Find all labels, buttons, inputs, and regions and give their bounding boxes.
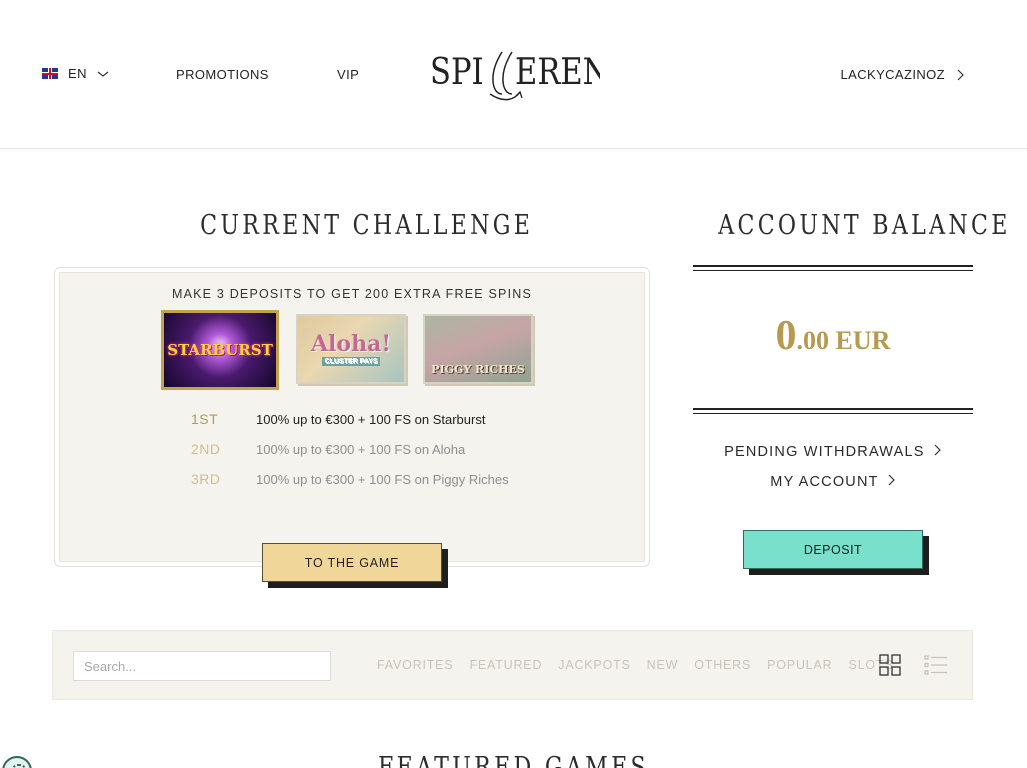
- game-thumb-starburst[interactable]: STARBURST: [161, 310, 279, 390]
- user-menu[interactable]: LACKYCAZINOZ: [841, 67, 965, 82]
- challenge-step: 3RD 100% up to €300 + 100 FS on Piggy Ri…: [191, 471, 509, 501]
- chevron-right-icon: [888, 474, 895, 486]
- step-text: 100% up to €300 + 100 FS on Starburst: [256, 412, 486, 427]
- chat-support-icon[interactable]: [2, 756, 32, 768]
- step-rank: 3RD: [191, 471, 221, 487]
- challenge-headline: MAKE 3 DEPOSITS TO GET 200 EXTRA FREE SP…: [171, 287, 533, 301]
- pending-withdrawals-link[interactable]: PENDING WITHDRAWALS: [693, 444, 973, 460]
- aloha-subtitle: CLUSTER PAYS: [321, 356, 381, 366]
- username: LACKYCAZINOZ: [840, 67, 945, 82]
- balance-integer: 0: [775, 313, 797, 359]
- search-input[interactable]: [73, 651, 331, 681]
- challenge-games: STARBURST Aloha! CLUSTER PAYS PIGGY RICH…: [161, 310, 533, 390]
- filter-popular[interactable]: POPULAR: [767, 658, 832, 672]
- filter-others[interactable]: OTHERS: [694, 658, 751, 672]
- grid-view-icon[interactable]: [879, 654, 901, 676]
- challenge-step: 2ND 100% up to €300 + 100 FS on Aloha: [191, 441, 509, 471]
- divider: [693, 265, 973, 271]
- uk-flag-icon: [42, 68, 58, 79]
- starburst-artwork: STARBURST: [164, 313, 276, 387]
- balance-amount: 0.00 EUR: [693, 312, 973, 360]
- step-rank: 2ND: [191, 441, 221, 457]
- list-view-icon[interactable]: [924, 654, 948, 676]
- current-challenge-title: CURRENT CHALLENGE: [200, 210, 534, 241]
- site-header: EN PROMOTIONS VIP SPI EREN LACKYCAZINOZ: [0, 0, 1027, 149]
- my-account-label: MY ACCOUNT: [770, 474, 879, 490]
- filter-favorites[interactable]: FAVORITES: [377, 658, 453, 672]
- balance-decimal-currency: .00 EUR: [796, 326, 891, 355]
- deposit-button[interactable]: DEPOSIT: [743, 530, 923, 569]
- nav-promotions[interactable]: PROMOTIONS: [176, 67, 269, 82]
- pending-withdrawals-label: PENDING WITHDRAWALS: [724, 444, 925, 460]
- chevron-right-icon: [957, 69, 964, 80]
- featured-games-title: FEATURED GAMES: [378, 752, 649, 768]
- language-label: EN: [68, 66, 88, 81]
- language-selector[interactable]: EN: [42, 66, 109, 81]
- svg-text:SPI: SPI: [430, 51, 484, 93]
- step-text: 100% up to €300 + 100 FS on Aloha: [256, 442, 466, 457]
- filter-jackpots[interactable]: JACKPOTS: [558, 658, 630, 672]
- challenge-step: 1ST 100% up to €300 + 100 FS on Starburs…: [191, 411, 509, 441]
- piggy-riches-artwork: PIGGY RICHES: [425, 316, 531, 382]
- game-thumb-piggy-riches[interactable]: PIGGY RICHES: [423, 314, 533, 384]
- game-filter-bar: FAVORITES FEATURED JACKPOTS NEW OTHERS P…: [52, 630, 973, 700]
- step-text: 100% up to €300 + 100 FS on Piggy Riches: [256, 472, 509, 487]
- svg-text:EREN: EREN: [515, 51, 600, 93]
- aloha-title: Aloha!: [310, 330, 391, 357]
- filter-new[interactable]: NEW: [647, 658, 679, 672]
- spilleren-logo[interactable]: SPI EREN: [430, 44, 600, 106]
- challenge-steps: 1ST 100% up to €300 + 100 FS on Starburs…: [191, 411, 509, 501]
- account-balance-title: ACCOUNT BALANCE: [718, 210, 1011, 241]
- filter-featured[interactable]: FEATURED: [469, 658, 542, 672]
- chevron-right-icon: [934, 444, 941, 456]
- game-thumb-aloha[interactable]: Aloha! CLUSTER PAYS: [296, 314, 406, 384]
- nav-vip[interactable]: VIP: [337, 67, 359, 82]
- divider: [693, 408, 973, 414]
- challenge-card: MAKE 3 DEPOSITS TO GET 200 EXTRA FREE SP…: [54, 267, 650, 567]
- chevron-down-icon: [97, 71, 109, 77]
- to-the-game-button[interactable]: TO THE GAME: [262, 543, 442, 582]
- category-filters: FAVORITES FEATURED JACKPOTS NEW OTHERS P…: [377, 658, 893, 672]
- step-rank: 1ST: [191, 411, 219, 427]
- aloha-artwork: Aloha! CLUSTER PAYS: [298, 316, 404, 382]
- my-account-link[interactable]: MY ACCOUNT: [693, 474, 973, 490]
